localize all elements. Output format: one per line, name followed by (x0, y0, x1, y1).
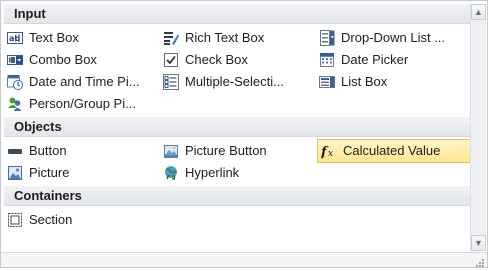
control-rich-text-box[interactable]: Rich Text Box (162, 27, 312, 49)
control-drop-down-list[interactable]: Drop-Down List ... (318, 27, 468, 49)
text-box-icon: ab (7, 30, 23, 46)
control-label: Check Box (185, 52, 248, 67)
control-label: Text Box (29, 30, 79, 45)
control-check-box[interactable]: Check Box (162, 49, 312, 71)
control-label: Calculated Value (343, 143, 441, 158)
control-label: Combo Box (29, 52, 97, 67)
picture-button-icon (163, 143, 179, 159)
control-label: Multiple-Selecti... (185, 74, 284, 89)
person-group-picker-icon (7, 96, 23, 112)
multiple-selection-list-icon (163, 74, 179, 90)
controls-gallery: Input ab Text Box Rich Text Box Drop-Dow… (0, 0, 488, 268)
combo-box-icon: I (7, 52, 23, 68)
section-header-objects: Objects (4, 117, 471, 137)
control-date-time-picker[interactable]: Date and Time Pi... (6, 71, 156, 93)
calculated-value-icon: fx (321, 143, 337, 159)
list-box-icon (319, 74, 335, 90)
control-label: Picture Button (185, 143, 267, 158)
hyperlink-icon (163, 165, 179, 181)
control-label: Date and Time Pi... (29, 74, 140, 89)
control-date-picker[interactable]: Date Picker (318, 49, 468, 71)
button-icon (7, 143, 23, 159)
control-picture-button[interactable]: Picture Button (162, 140, 312, 162)
control-list-box[interactable]: List Box (318, 71, 468, 93)
drop-down-list-icon (319, 30, 335, 46)
control-label: List Box (341, 74, 388, 89)
check-box-icon (163, 52, 179, 68)
control-hyperlink[interactable]: Hyperlink (162, 162, 312, 184)
scroll-down-button[interactable]: ▼ (471, 235, 486, 251)
control-calculated-value[interactable]: fx Calculated Value (317, 139, 471, 163)
control-label: Rich Text Box (185, 30, 265, 45)
vertical-scrollbar[interactable]: ▲ ▼ (470, 4, 486, 251)
control-text-box[interactable]: ab Text Box (6, 27, 156, 49)
control-combo-box[interactable]: I Combo Box (6, 49, 156, 71)
control-label: Hyperlink (185, 165, 240, 180)
control-label: Section (29, 212, 73, 227)
control-picture[interactable]: Picture (6, 162, 156, 184)
control-multiple-selection-list[interactable]: Multiple-Selecti... (162, 71, 312, 93)
resize-bar (1, 252, 487, 267)
resize-grip-icon[interactable] (475, 256, 485, 267)
date-time-picker-icon (7, 74, 23, 90)
section-header-input: Input (4, 4, 471, 24)
control-person-group-picker[interactable]: Person/Group Pi... (6, 93, 156, 115)
control-label: Date Picker (341, 52, 409, 67)
controls-list: Input ab Text Box Rich Text Box Drop-Dow… (4, 4, 471, 254)
control-section[interactable]: Section (6, 209, 156, 231)
section-icon (7, 212, 23, 228)
section-header-containers: Containers (4, 186, 471, 206)
control-label: Button (29, 143, 67, 158)
scroll-up-button[interactable]: ▲ (471, 4, 486, 20)
rich-text-box-icon (163, 30, 179, 46)
control-label: Picture (29, 165, 70, 180)
date-picker-icon (319, 52, 335, 68)
control-label: Drop-Down List ... (341, 30, 446, 45)
control-button[interactable]: Button (6, 140, 156, 162)
svg-text:I: I (9, 57, 12, 65)
picture-icon (7, 165, 23, 181)
control-label: Person/Group Pi... (29, 96, 136, 111)
svg-text:x: x (328, 149, 333, 159)
